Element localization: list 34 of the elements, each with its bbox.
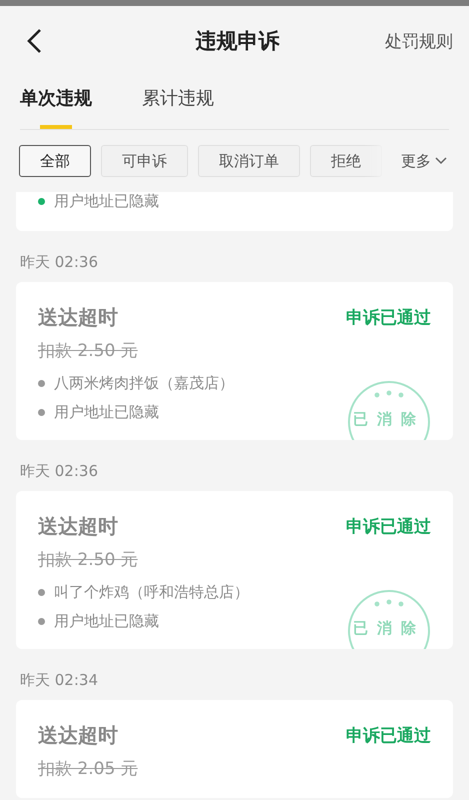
record-card[interactable]: 用户地址已隐藏 [16,192,453,231]
record-time: 昨天 02:34 [19,670,99,691]
chevron-down-icon [435,157,447,165]
deduction-amount: 扣款 2.50 元 [38,549,139,571]
back-icon [26,28,42,54]
record-time: 昨天 02:36 [19,252,99,273]
tab[interactable]: 累计违规 [142,76,214,129]
tab[interactable]: 单次违规 [20,76,92,129]
violation-title: 送达超时 [38,513,118,540]
record-card[interactable]: 送达超时 申诉已通过 扣款 2.50 元 叫了个炸鸡（呼和浩特总店） 用户地址已隐藏 已消除 [16,491,453,649]
detail-text: 用户地址已隐藏 [54,403,159,422]
filter-chip[interactable]: 拒绝 [310,145,382,177]
record-time: 昨天 02:36 [19,461,99,482]
page-title: 违规申诉 [196,28,280,55]
detail-text: 用户地址已隐藏 [54,192,159,211]
appeal-status: 申诉已通过 [346,725,431,747]
filter-chip[interactable]: 取消订单 [198,145,300,177]
filter-chip[interactable]: 全部 [19,145,91,177]
rules-link[interactable]: 处罚规则 [385,30,453,52]
record-card[interactable]: 送达超时 申诉已通过 扣款 2.50 元 八两米烤肉拌饭（嘉茂店） 用户地址已隐藏 已消除 [16,282,453,440]
record-card[interactable]: 送达超时 申诉已通过 扣款 2.05 元 [16,700,453,798]
detail-text: 叫了个炸鸡（呼和浩特总店） [54,583,249,602]
deduction-amount: 扣款 2.05 元 [38,758,139,780]
filter-chip[interactable]: 可申诉 [101,145,188,177]
detail-text: 用户地址已隐藏 [54,612,159,631]
appeal-status: 申诉已通过 [346,307,431,329]
appeal-status: 申诉已通过 [346,516,431,538]
violation-title: 送达超时 [38,722,118,749]
violation-title: 送达超时 [38,304,118,331]
deduction-amount: 扣款 2.50 元 [38,340,139,362]
stamp-text: 已消除 [353,410,425,429]
detail-text: 八两米烤肉拌饭（嘉茂店） [54,374,234,393]
more-button[interactable]: 更多 [389,130,469,192]
stamp-text: 已消除 [353,619,425,638]
